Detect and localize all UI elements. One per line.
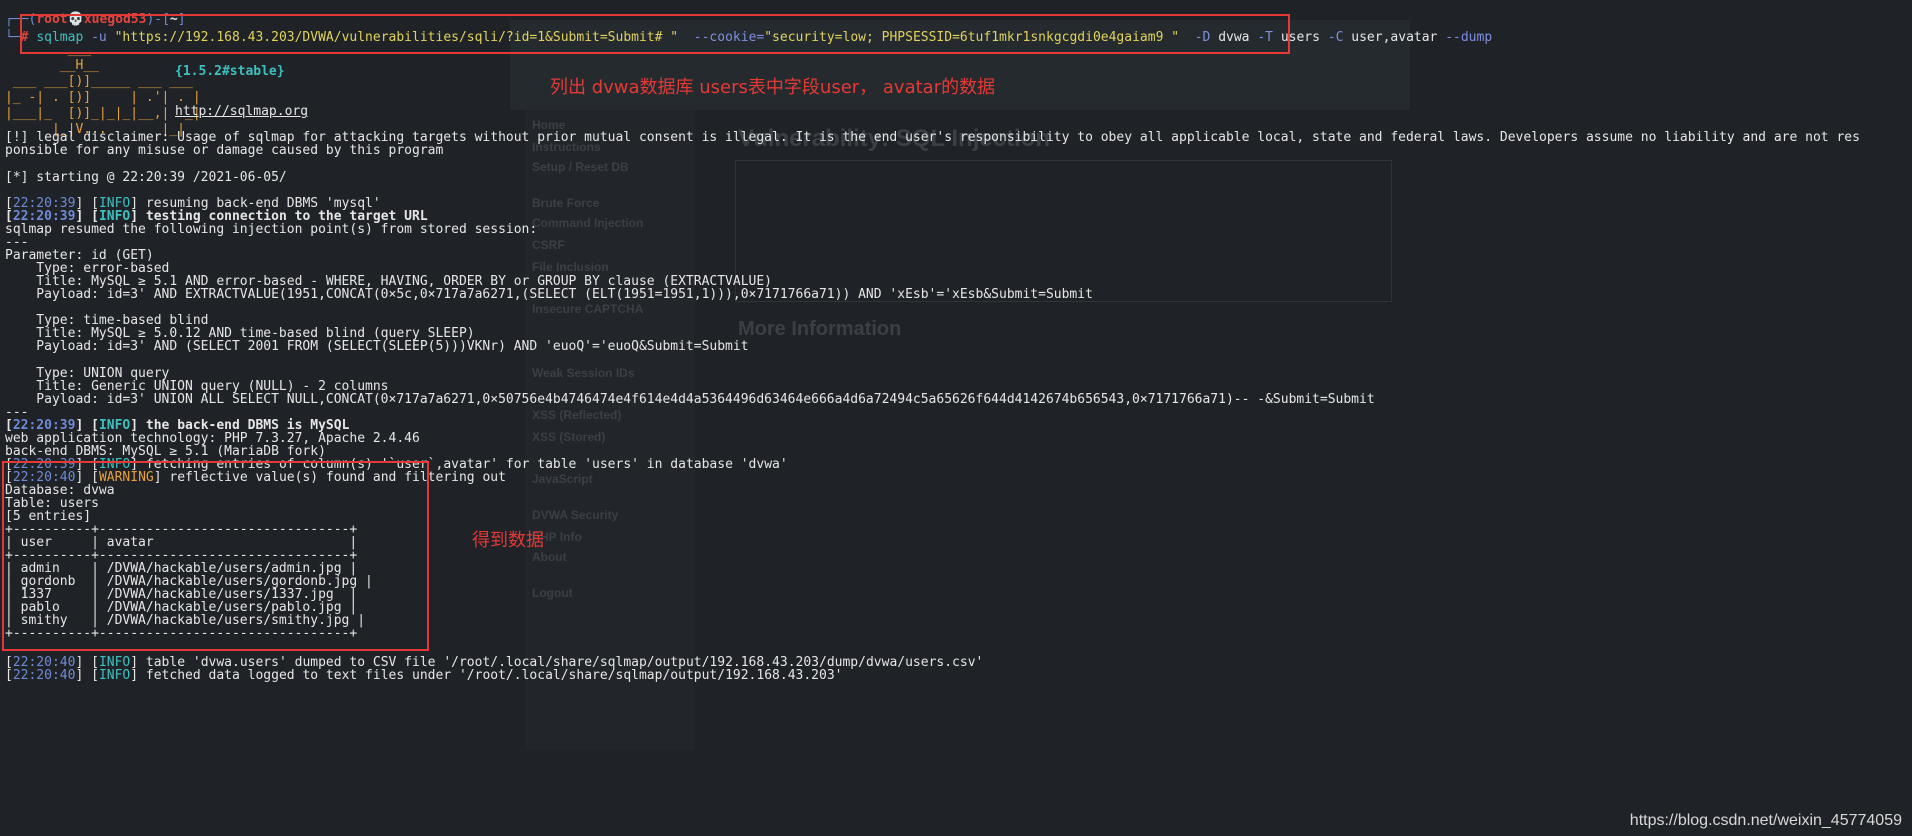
- starting-line: [*] starting @ 22:20:39 /2021-06-05/: [5, 170, 287, 185]
- command-highlight-box: [20, 14, 1290, 54]
- background-menu-item: XSS (Stored): [532, 430, 606, 444]
- injection-payload: Payload: id=3' AND (SELECT 2001 FROM (SE…: [5, 339, 749, 354]
- background-page-more-info: More Information: [738, 318, 902, 340]
- background-menu-item: Insecure CAPTCHA: [532, 302, 644, 316]
- injection-payload: Payload: id=3' AND EXTRACTVALUE(1951,CON…: [5, 287, 1093, 302]
- terminal-window[interactable]: Vulnerability: SQL Injection More Inform…: [0, 0, 1912, 836]
- result-highlight-box: [2, 461, 429, 651]
- background-menu-item: JavaScript: [532, 472, 593, 486]
- sqlmap-url-link[interactable]: http://sqlmap.org: [175, 104, 308, 120]
- background-menu-item: DVWA Security: [532, 508, 619, 522]
- result-annotation: 得到数据: [472, 530, 544, 551]
- sqlmap-logo: ___ __H__ ___ ___[)]_____ ___ ___ |_ -| …: [5, 42, 201, 137]
- background-menu-item: Logout: [532, 586, 573, 600]
- background-menu-item: Weak Session IDs: [532, 366, 635, 380]
- injection-payload: Payload: id=3' UNION ALL SELECT NULL,CON…: [5, 392, 1375, 407]
- background-menu-item: XSS (Reflected): [532, 408, 622, 422]
- log-line: [22:20:40] [INFO] fetched data logged to…: [5, 668, 843, 683]
- sqlmap-version: {1.5.2#stable}: [175, 64, 285, 79]
- disclaimer-line-2: ponsible for any misuse or damage caused…: [5, 143, 444, 158]
- background-menu-item: Command Injection: [532, 216, 644, 230]
- background-page-form: [735, 160, 1392, 302]
- background-menu-item: CSRF: [532, 238, 565, 252]
- resumed-line: sqlmap resumed the following injection p…: [5, 222, 538, 237]
- watermark: https://blog.csdn.net/weixin_45774059: [1629, 812, 1902, 829]
- background-menu-item: File Inclusion: [532, 260, 609, 274]
- background-menu-item: About: [532, 550, 567, 564]
- background-menu-item: Setup / Reset DB: [532, 160, 629, 174]
- command-annotation: 列出 dvwa数据库 users表中字段user， avatar的数据: [550, 77, 996, 98]
- background-menu-item: Brute Force: [532, 196, 600, 210]
